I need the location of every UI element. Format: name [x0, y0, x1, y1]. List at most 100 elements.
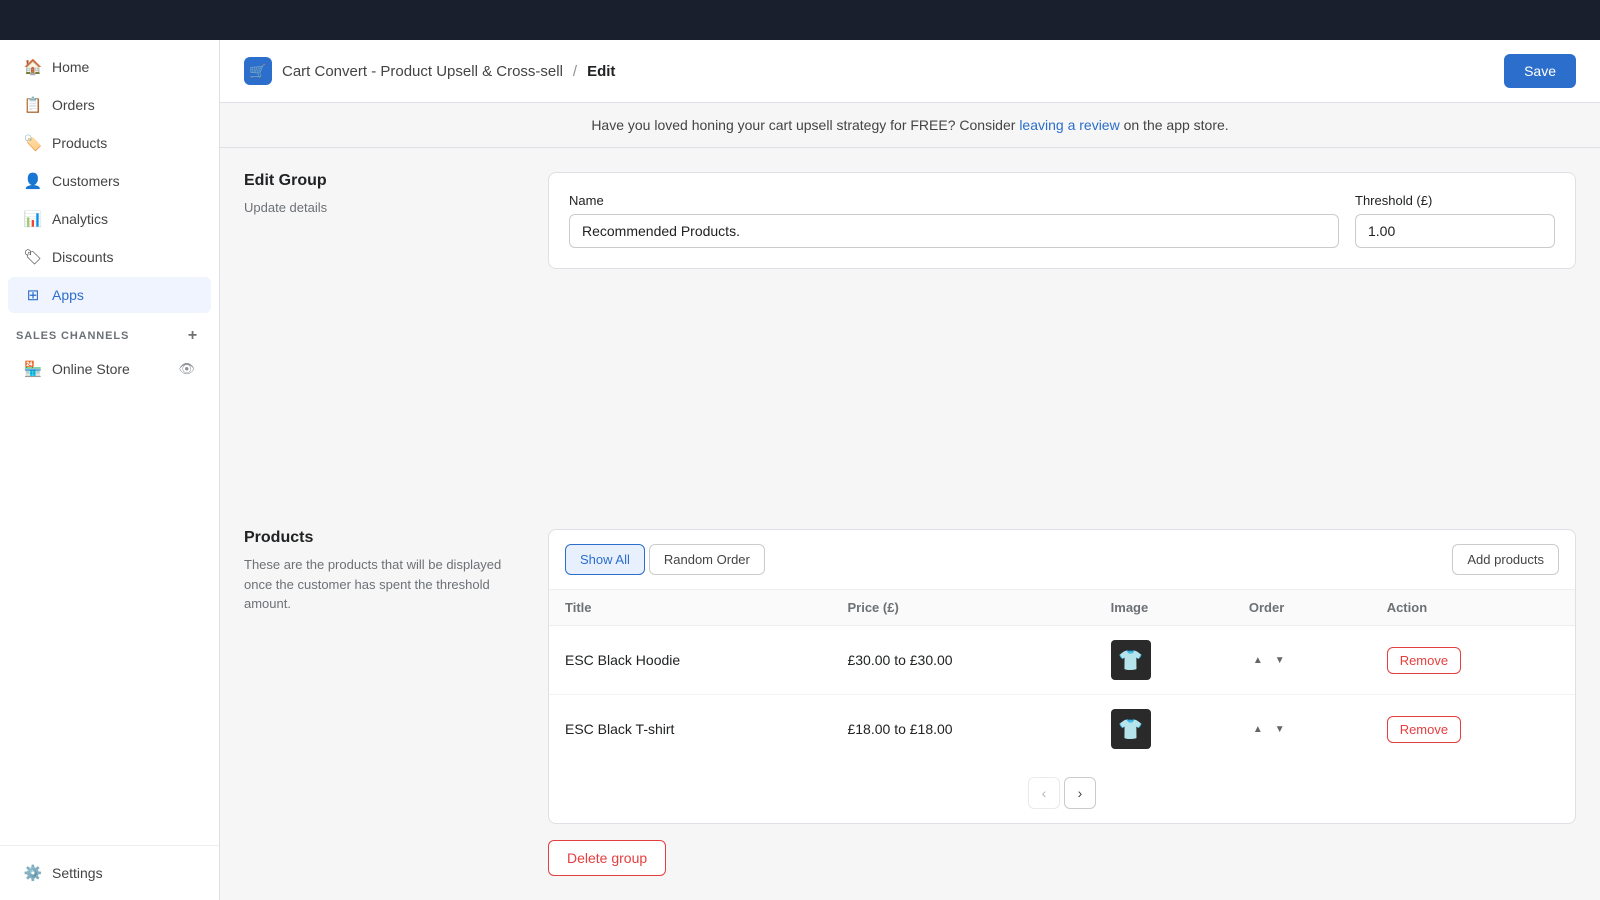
edit-group-subtitle: Update details — [244, 198, 524, 218]
sidebar-item-label: Orders — [52, 97, 95, 113]
sidebar-item-discounts[interactable]: 🏷 Discounts — [8, 239, 211, 275]
sales-channels-section: SALES CHANNELS + — [0, 314, 219, 350]
delete-right: Delete group — [548, 840, 1576, 876]
product-image-cell: 👕 — [1095, 695, 1233, 764]
sales-channels-title: SALES CHANNELS — [16, 330, 129, 342]
edit-group-card: Name Threshold (£) — [548, 172, 1576, 269]
sidebar-item-label: Home — [52, 59, 89, 75]
sidebar-item-products[interactable]: 🏷️ Products — [8, 125, 211, 161]
show-all-button[interactable]: Show All — [565, 544, 645, 575]
order-up-button[interactable]: ▲ — [1249, 653, 1267, 668]
info-banner: Have you loved honing your cart upsell s… — [220, 103, 1600, 148]
products-card: Show All Random Order Add products Title… — [548, 529, 1576, 824]
table-row: ESC Black Hoodie £30.00 to £30.00 👕 ▲ ▼ … — [549, 626, 1575, 695]
breadcrumb-separator: / — [573, 63, 577, 80]
delete-left — [244, 840, 524, 876]
product-price: £18.00 to £18.00 — [831, 695, 1094, 764]
customers-icon: 👤 — [24, 172, 42, 190]
product-price: £30.00 to £30.00 — [831, 626, 1094, 695]
name-form-group: Name — [569, 193, 1339, 248]
random-order-button[interactable]: Random Order — [649, 544, 765, 575]
sidebar-item-home[interactable]: 🏠 Home — [8, 49, 211, 85]
sidebar-item-orders[interactable]: 📋 Orders — [8, 87, 211, 123]
breadcrumb-current: Edit — [587, 63, 615, 80]
save-button[interactable]: Save — [1504, 54, 1576, 88]
main-content: 🛒 Cart Convert - Product Upsell & Cross-… — [220, 40, 1600, 900]
edit-group-left-panel: Edit Group Update details — [244, 172, 524, 505]
online-store-left: 🏪 Online Store — [24, 360, 130, 378]
discounts-icon: 🏷 — [24, 248, 42, 266]
table-row: ESC Black T-shirt £18.00 to £18.00 👕 ▲ ▼… — [549, 695, 1575, 764]
sidebar-item-settings[interactable]: ⚙️ Settings — [8, 855, 211, 891]
sidebar-item-analytics[interactable]: 📊 Analytics — [8, 201, 211, 237]
delete-group-button[interactable]: Delete group — [548, 840, 666, 876]
page-header: 🛒 Cart Convert - Product Upsell & Cross-… — [220, 40, 1600, 103]
col-action: Action — [1371, 590, 1575, 626]
products-left-panel: Products These are the products that wil… — [244, 529, 524, 824]
threshold-label: Threshold (£) — [1355, 193, 1555, 208]
col-order: Order — [1233, 590, 1371, 626]
banner-link[interactable]: leaving a review — [1019, 117, 1119, 133]
order-controls: ▲ ▼ — [1249, 722, 1355, 737]
threshold-input[interactable] — [1355, 214, 1555, 248]
sidebar-item-online-store[interactable]: 🏪 Online Store 👁 — [8, 351, 211, 387]
pagination: ‹ › — [549, 763, 1575, 823]
next-page-button[interactable]: › — [1064, 777, 1096, 809]
breadcrumb: 🛒 Cart Convert - Product Upsell & Cross-… — [244, 57, 615, 85]
products-section-wrapper: Products These are the products that wil… — [220, 529, 1600, 900]
online-store-icon: 🏪 — [24, 360, 42, 378]
form-row: Name Threshold (£) — [569, 193, 1555, 248]
filter-buttons: Show All Random Order — [565, 544, 765, 575]
col-image: Image — [1095, 590, 1233, 626]
product-image: 👕 — [1111, 640, 1151, 680]
product-image-cell: 👕 — [1095, 626, 1233, 695]
name-input[interactable] — [569, 214, 1339, 248]
banner-text-after: on the app store. — [1124, 117, 1229, 133]
product-action-cell: Remove — [1371, 626, 1575, 695]
add-products-button[interactable]: Add products — [1452, 544, 1559, 575]
product-action-cell: Remove — [1371, 695, 1575, 764]
app-icon: 🛒 — [244, 57, 272, 85]
products-title: Products — [244, 529, 524, 547]
sidebar-item-label: Analytics — [52, 211, 108, 227]
apps-icon: ⊞ — [24, 286, 42, 304]
product-title: ESC Black T-shirt — [549, 695, 831, 764]
product-order-cell: ▲ ▼ — [1233, 626, 1371, 695]
remove-product-button[interactable]: Remove — [1387, 647, 1461, 674]
eye-icon: 👁 — [178, 361, 195, 377]
online-store-label: Online Store — [52, 361, 130, 377]
sidebar-item-label: Apps — [52, 287, 84, 303]
product-image: 👕 — [1111, 709, 1151, 749]
prev-page-button[interactable]: ‹ — [1028, 777, 1060, 809]
right-panel: Name Threshold (£) — [548, 172, 1576, 505]
orders-icon: 📋 — [24, 96, 42, 114]
products-description: These are the products that will be disp… — [244, 555, 524, 614]
sidebar-item-label: Products — [52, 135, 107, 151]
products-section: Products These are the products that wil… — [244, 529, 1576, 824]
sidebar-item-label: Customers — [52, 173, 120, 189]
delete-section: Delete group — [244, 840, 1576, 900]
top-bar — [0, 0, 1600, 40]
order-up-button[interactable]: ▲ — [1249, 722, 1267, 737]
add-sales-channel-button[interactable]: + — [183, 326, 203, 346]
sidebar: 🏠 Home 📋 Orders 🏷️ Products 👤 Customers … — [0, 40, 220, 900]
sidebar-item-apps[interactable]: ⊞ Apps — [8, 277, 211, 313]
sidebar-item-customers[interactable]: 👤 Customers — [8, 163, 211, 199]
order-down-button[interactable]: ▼ — [1271, 653, 1289, 668]
table-header-row: Title Price (£) Image Order Action — [549, 590, 1575, 626]
product-title: ESC Black Hoodie — [549, 626, 831, 695]
order-controls: ▲ ▼ — [1249, 653, 1355, 668]
products-card-header: Show All Random Order Add products — [549, 530, 1575, 590]
settings-icon: ⚙️ — [24, 864, 42, 882]
col-price: Price (£) — [831, 590, 1094, 626]
home-icon: 🏠 — [24, 58, 42, 76]
order-down-button[interactable]: ▼ — [1271, 722, 1289, 737]
threshold-form-group: Threshold (£) — [1355, 193, 1555, 248]
page-body: Edit Group Update details Name Threshold… — [220, 148, 1600, 529]
product-order-cell: ▲ ▼ — [1233, 695, 1371, 764]
breadcrumb-app-name[interactable]: Cart Convert - Product Upsell & Cross-se… — [282, 63, 563, 80]
remove-product-button[interactable]: Remove — [1387, 716, 1461, 743]
name-label: Name — [569, 193, 1339, 208]
sidebar-bottom: ⚙️ Settings — [0, 845, 219, 892]
products-icon: 🏷️ — [24, 134, 42, 152]
